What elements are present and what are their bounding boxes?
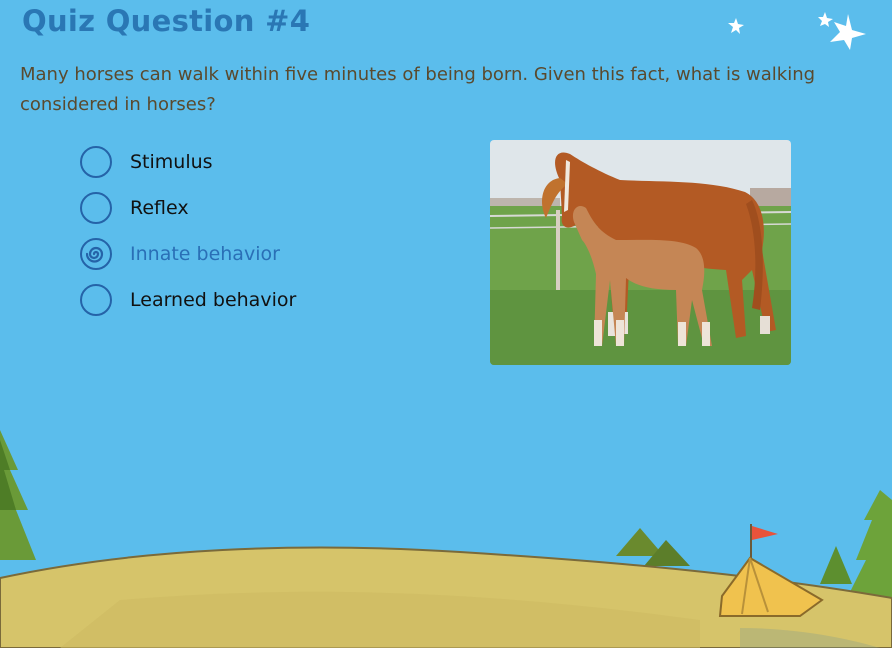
star-icon bbox=[728, 12, 866, 50]
tent-icon bbox=[718, 524, 824, 617]
option-learned-behavior[interactable]: Learned behavior bbox=[80, 282, 296, 318]
radio-button-selected[interactable] bbox=[80, 238, 112, 270]
option-reflex[interactable]: Reflex bbox=[80, 190, 296, 226]
radio-button[interactable] bbox=[80, 192, 112, 224]
option-stimulus[interactable]: Stimulus bbox=[80, 144, 296, 180]
spiral-selected-icon bbox=[86, 246, 104, 263]
option-label: Learned behavior bbox=[130, 289, 297, 311]
horse-photo bbox=[490, 140, 791, 365]
option-label: Innate behavior bbox=[130, 243, 280, 265]
answer-options: Stimulus Reflex Innate behavior Learned … bbox=[80, 144, 296, 328]
option-innate-behavior[interactable]: Innate behavior bbox=[80, 236, 296, 272]
option-label: Reflex bbox=[130, 197, 189, 219]
tree-icon bbox=[0, 430, 36, 560]
radio-button[interactable] bbox=[80, 146, 112, 178]
option-label: Stimulus bbox=[130, 151, 213, 173]
quiz-title: Quiz Question #4 bbox=[22, 4, 311, 38]
radio-button[interactable] bbox=[80, 284, 112, 316]
question-text: Many horses can walk within five minutes… bbox=[20, 64, 816, 115]
